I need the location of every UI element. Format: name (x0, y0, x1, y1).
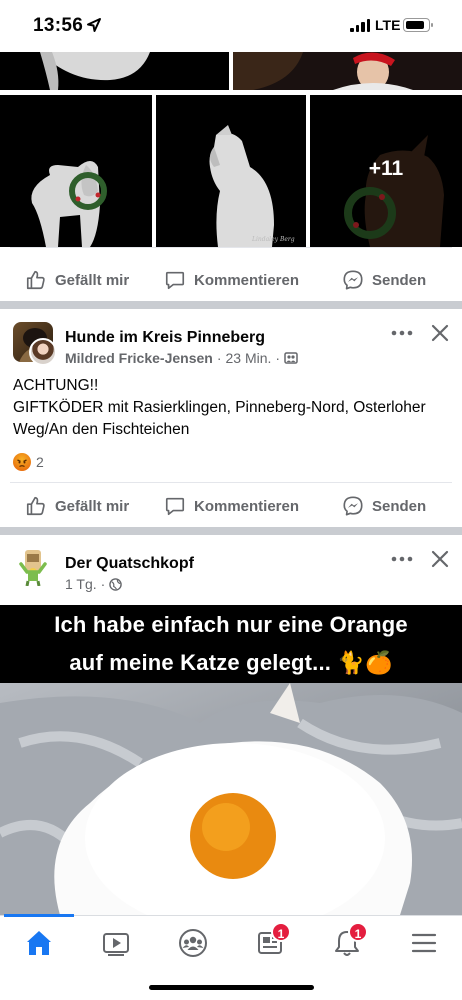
close-icon[interactable] (431, 550, 449, 568)
post-meta: 1 Tg. · (65, 576, 123, 592)
group-privacy-icon (284, 352, 298, 364)
post2-text-line1: ACHTUNG!! (13, 377, 99, 394)
active-tab-indicator (4, 914, 74, 917)
post3-image[interactable]: Ich habe einfach nur eine Orange auf mei… (0, 605, 462, 915)
like-button[interactable]: Gefällt mir (25, 483, 129, 529)
comment-label: Kommentieren (194, 497, 300, 515)
clock: 13:56 (33, 15, 84, 36)
news-badge: 1 (271, 922, 291, 942)
svg-text:Lindaley Berg: Lindaley Berg (251, 236, 295, 243)
post-time[interactable]: 23 Min. (226, 350, 272, 366)
meme-photo (0, 683, 462, 915)
tab-news[interactable]: 1 (255, 922, 291, 958)
photo-white-horse-wreath-1[interactable] (0, 95, 152, 247)
comment-button[interactable]: Kommentieren (164, 257, 299, 303)
video-icon (103, 933, 129, 956)
globe-icon (109, 577, 123, 591)
tab-home[interactable] (24, 928, 54, 958)
location-arrow-icon (87, 18, 101, 32)
photo-grid: Lindaley Berg +11 (0, 52, 462, 247)
comment-icon (165, 271, 185, 290)
tab-notifications[interactable]: 1 (332, 922, 368, 958)
post1-action-bar: Gefällt mir Kommentieren Senden (0, 257, 462, 303)
menu-icon (411, 933, 437, 953)
send-button[interactable]: Senden (342, 257, 426, 303)
status-bar: 13:56 LTE (0, 0, 462, 52)
send-label: Senden (372, 497, 427, 515)
post-separator (0, 527, 462, 535)
meme-caption-bar: Ich habe einfach nur eine Orange auf mei… (0, 605, 462, 683)
home-indicator (149, 985, 314, 990)
photo-horse-white-top[interactable] (0, 52, 229, 90)
post2-text-line2: GIFTKÖDER mit Rasierklingen, Pinneberg-N… (13, 399, 426, 438)
like-label: Gefällt mir (55, 497, 130, 515)
comment-icon (165, 497, 185, 516)
meme-caption-line2: auf meine Katze gelegt... 🐈🍊 (69, 650, 393, 675)
more-options-icon[interactable] (391, 554, 413, 564)
photo-white-horse-standing[interactable]: Lindaley Berg (156, 95, 306, 247)
post2-action-bar: Gefällt mir Kommentieren Senden (0, 483, 462, 529)
messenger-icon (343, 496, 363, 516)
comment-label: Kommentieren (194, 271, 300, 289)
home-icon (27, 931, 51, 955)
more-options-icon[interactable] (391, 328, 413, 338)
reaction-count: 2 (36, 454, 44, 470)
page-name[interactable]: Der Quatschkopf (65, 555, 194, 573)
groups-icon (179, 929, 207, 957)
post-separator (0, 301, 462, 309)
post-meta: Mildred Fricke-Jensen · 23 Min. · (65, 350, 298, 366)
meta-separator: · (100, 576, 106, 592)
messenger-icon (343, 270, 363, 290)
close-icon[interactable] (431, 324, 449, 342)
signal-icon (350, 19, 370, 32)
send-label: Senden (372, 271, 427, 289)
more-photos-count: +11 (368, 157, 404, 180)
page-avatar[interactable] (13, 546, 53, 586)
meta-separator: · (216, 350, 222, 366)
post-time[interactable]: 1 Tg. (65, 576, 97, 592)
angry-reaction-icon (13, 453, 31, 471)
author-name[interactable]: Mildred Fricke-Jensen (65, 350, 213, 366)
battery-icon (403, 18, 433, 32)
meta-separator: · (275, 350, 281, 366)
network-label: LTE (375, 17, 401, 33)
thumbs-up-icon (26, 270, 45, 290)
author-avatar[interactable] (29, 338, 57, 366)
tab-video[interactable] (101, 928, 131, 958)
photo-more-overlay[interactable]: +11 (310, 95, 462, 247)
send-button[interactable]: Senden (342, 483, 426, 529)
notifications-badge: 1 (348, 922, 368, 942)
tab-groups[interactable] (178, 928, 208, 958)
thumbs-up-icon (26, 496, 45, 516)
post2-text: ACHTUNG!! GIFTKÖDER mit Rasierklingen, P… (13, 375, 453, 441)
like-label: Gefällt mir (55, 271, 130, 289)
group-name[interactable]: Hunde im Kreis Pinneberg (65, 329, 265, 347)
comment-button[interactable]: Kommentieren (164, 483, 299, 529)
like-button[interactable]: Gefällt mir (25, 257, 129, 303)
reaction-summary[interactable]: 2 (13, 453, 44, 471)
meme-caption-line1: Ich habe einfach nur eine Orange (54, 612, 408, 637)
divider (10, 247, 452, 248)
photo-woman-horse[interactable] (233, 52, 462, 90)
tab-menu[interactable] (409, 928, 439, 958)
